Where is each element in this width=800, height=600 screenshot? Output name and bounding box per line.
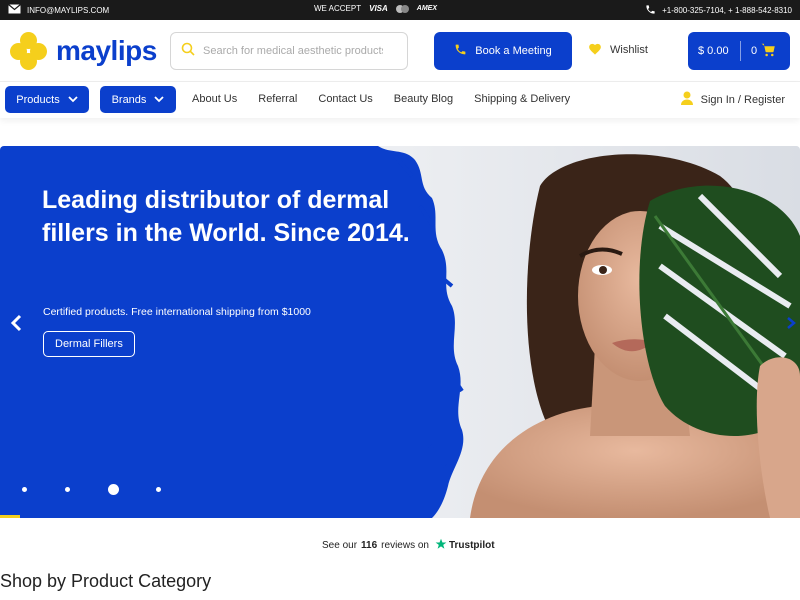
- wishlist-label: Wishlist: [610, 44, 648, 56]
- nav-link-contact-us[interactable]: Contact Us: [318, 93, 372, 105]
- visa-icon: VISA: [369, 4, 388, 13]
- chevron-down-icon: [68, 94, 78, 106]
- hero-subtitle: Certified products. Free international s…: [43, 306, 311, 318]
- trustpilot-logo: Trustpilot: [435, 538, 495, 553]
- nav-link-referral[interactable]: Referral: [258, 93, 297, 105]
- trustpilot-brand: Trustpilot: [448, 540, 495, 551]
- products-menu-button[interactable]: Products: [5, 86, 89, 113]
- nav-link-about-us[interactable]: About Us: [192, 93, 237, 105]
- sign-in-link[interactable]: Sign In / Register: [680, 91, 785, 108]
- hero-slider: Leading distributor of dermal fillers in…: [0, 146, 800, 518]
- heart-icon: [588, 42, 602, 58]
- brands-menu-button[interactable]: Brands: [100, 86, 176, 113]
- phone-icon: [645, 4, 656, 17]
- brands-label: Brands: [111, 93, 147, 106]
- nav-links: About Us Referral Contact Us Beauty Blog…: [192, 93, 591, 105]
- products-label: Products: [16, 93, 60, 106]
- phone-icon: [454, 43, 467, 59]
- slider-dot-active[interactable]: [108, 484, 119, 495]
- phone-contact[interactable]: +1-800-325-7104, + 1-888-542-8310: [645, 4, 792, 17]
- payment-methods: WE ACCEPT VISA AMEX: [314, 4, 437, 13]
- nav-link-shipping-delivery[interactable]: Shipping & Delivery: [474, 93, 570, 105]
- book-meeting-button[interactable]: Book a Meeting: [434, 32, 572, 70]
- user-icon: [680, 91, 693, 108]
- search-icon: [181, 42, 195, 61]
- search-box[interactable]: [170, 32, 408, 70]
- slider-next-arrow-icon[interactable]: [786, 316, 796, 335]
- mastercard-icon: [395, 4, 409, 13]
- slider-dot[interactable]: [65, 487, 70, 492]
- nav-link-beauty-blog[interactable]: Beauty Blog: [394, 93, 453, 105]
- slider-dot[interactable]: [22, 487, 27, 492]
- cart-count-wrap: 0: [741, 43, 776, 60]
- trust-prefix: See our: [322, 540, 358, 551]
- cart-button[interactable]: $ 0.00 0: [688, 32, 790, 70]
- slider-dot[interactable]: [156, 487, 161, 492]
- cart-icon: [761, 43, 776, 60]
- main-header: maylips Book a Meeting Wishlist $ 0.00 0: [0, 20, 800, 82]
- logo-icon: [10, 32, 48, 70]
- phone-numbers[interactable]: +1-800-325-7104, + 1-888-542-8310: [662, 6, 792, 15]
- slider-progress: [0, 515, 20, 518]
- slider-pagination: [22, 484, 199, 495]
- top-info-bar: INFO@MAYLIPS.COM WE ACCEPT VISA AMEX +1-…: [0, 0, 800, 20]
- cart-count: 0: [751, 45, 758, 57]
- email-text[interactable]: INFO@MAYLIPS.COM: [27, 6, 109, 15]
- star-icon: [435, 538, 447, 553]
- review-count: 116: [361, 540, 378, 551]
- wishlist-link[interactable]: Wishlist: [588, 42, 648, 58]
- trust-suffix: reviews on: [381, 540, 429, 551]
- sign-in-label: Sign In / Register: [700, 93, 785, 106]
- site-logo[interactable]: maylips: [10, 32, 157, 70]
- cart-amount: $ 0.00: [698, 45, 729, 57]
- logo-text: maylips: [56, 35, 157, 66]
- we-accept-label: WE ACCEPT: [314, 4, 362, 13]
- hero-title: Leading distributor of dermal fillers in…: [42, 186, 410, 247]
- chevron-down-icon: [154, 94, 165, 106]
- mail-icon: [8, 4, 21, 16]
- book-meeting-label: Book a Meeting: [475, 45, 552, 57]
- dermal-fillers-button[interactable]: Dermal Fillers: [43, 331, 135, 357]
- amex-icon: AMEX: [416, 5, 438, 12]
- search-input[interactable]: [203, 45, 383, 57]
- slider-prev-arrow-icon[interactable]: [10, 314, 24, 337]
- trustpilot-reviews[interactable]: See our 116 reviews on Trustpilot: [322, 538, 495, 553]
- main-navigation: Products Brands About Us Referral Contac…: [0, 82, 800, 118]
- section-title: Shop by Product Category: [0, 571, 212, 591]
- email-contact[interactable]: INFO@MAYLIPS.COM: [8, 4, 109, 16]
